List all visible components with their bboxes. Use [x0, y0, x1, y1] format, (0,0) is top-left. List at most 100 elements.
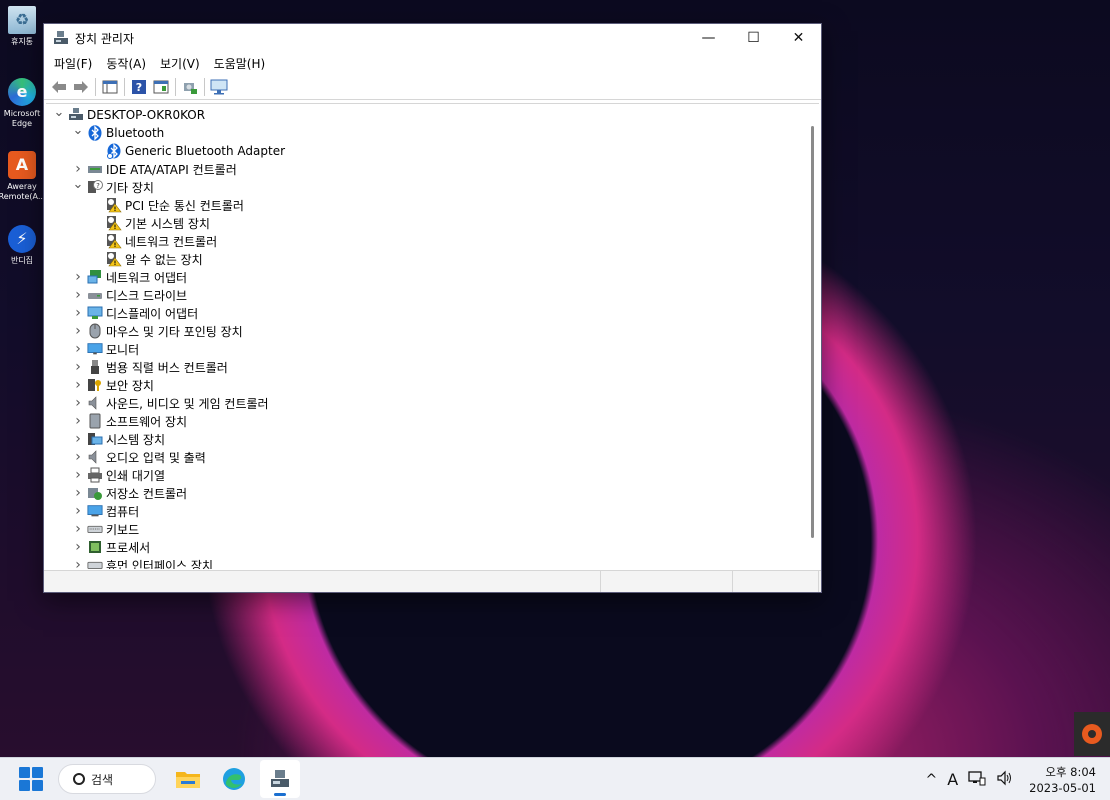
toolbar: ? — [44, 74, 821, 100]
tree-item[interactable]: › 컴퓨터 — [46, 502, 803, 520]
tree-item[interactable]: › 네트워크 어댑터 — [46, 268, 803, 286]
tree-item[interactable]: › 모니터 — [46, 340, 803, 358]
menu-view[interactable]: 보기(V) — [153, 55, 207, 72]
scrollbar-thumb[interactable] — [811, 126, 814, 538]
tree-item-label: 모니터 — [106, 342, 140, 357]
taskbar-search[interactable]: 검색 — [58, 764, 156, 794]
chevron-right-icon[interactable]: › — [71, 538, 85, 556]
tree-item[interactable]: › 보안 장치 — [46, 376, 803, 394]
tree-item[interactable]: › 시스템 장치 — [46, 430, 803, 448]
forward-button[interactable] — [70, 76, 92, 98]
ime-indicator[interactable]: A — [947, 770, 958, 789]
help-button[interactable]: ? — [128, 76, 150, 98]
start-button[interactable] — [19, 767, 43, 791]
usb-icon — [87, 359, 103, 375]
clock-date: 2023-05-01 — [1029, 780, 1096, 795]
device-tree-pane[interactable]: ⌄ DESKTOP-OKR0KOR ⌄ Bluetooth Generic Blueto… — [46, 103, 819, 569]
chevron-down-icon[interactable]: ⌄ — [52, 104, 66, 121]
tree-item-label: 보안 장치 — [106, 378, 154, 393]
bandizip-icon: ⚡ — [8, 225, 36, 253]
chevron-down-icon[interactable]: ⌄ — [71, 121, 85, 139]
taskbar-device-manager[interactable] — [260, 760, 300, 798]
chevron-right-icon[interactable]: › — [71, 394, 85, 412]
desktop-icon-edge[interactable]: e Microsoft Edge — [2, 78, 42, 129]
chevron-right-icon[interactable]: › — [71, 322, 85, 340]
network-icon[interactable] — [968, 770, 986, 790]
tree-item-label: 디스크 드라이브 — [106, 288, 188, 303]
tree-item[interactable]: › 휴먼 인터페이스 장치 — [46, 556, 803, 569]
desktop-icon-recycle-bin[interactable]: ♻ 휴지통 — [2, 6, 42, 47]
scan-hardware-button[interactable] — [179, 76, 201, 98]
tree-item[interactable]: ⌄ Bluetooth — [46, 121, 803, 142]
display-icon — [87, 305, 103, 321]
tree-item[interactable]: › 키보드 — [46, 520, 803, 538]
unknown-icon: ? — [87, 179, 103, 195]
chevron-right-icon[interactable]: › — [71, 556, 85, 569]
chevron-right-icon[interactable]: › — [71, 268, 85, 286]
aweray-icon: A — [8, 151, 36, 179]
tree-item-label: 기본 시스템 장치 — [125, 216, 210, 231]
tree-item[interactable]: › 마우스 및 기타 포인팅 장치 — [46, 322, 803, 340]
menu-action[interactable]: 동작(A) — [99, 55, 153, 72]
tree-item-label: 기타 장치 — [106, 180, 154, 195]
tree-item-label: 디스플레이 어댑터 — [106, 306, 199, 321]
back-button[interactable] — [48, 76, 70, 98]
svg-text:?: ? — [96, 182, 100, 190]
tree-item[interactable]: › 오디오 입력 및 출력 — [46, 448, 803, 466]
chevron-right-icon[interactable]: › — [71, 484, 85, 502]
chevron-right-icon[interactable]: › — [71, 412, 85, 430]
chevron-right-icon[interactable]: › — [71, 304, 85, 322]
tree-item[interactable]: › 인쇄 대기열 — [46, 466, 803, 484]
title-bar[interactable]: 장치 관리자 — ☐ ✕ — [44, 24, 821, 52]
tree-item[interactable]: Generic Bluetooth Adapter — [46, 142, 803, 160]
tree-item[interactable]: › 소프트웨어 장치 — [46, 412, 803, 430]
maximize-button[interactable]: ☐ — [731, 24, 776, 52]
tree-item[interactable]: 알 수 없는 장치 — [46, 250, 803, 268]
chevron-down-icon[interactable]: ⌄ — [71, 175, 85, 193]
tree-item[interactable]: › 디스크 드라이브 — [46, 286, 803, 304]
show-hide-console-tree-button[interactable] — [99, 76, 121, 98]
tree-item[interactable]: › 디스플레이 어댑터 — [46, 304, 803, 322]
tree-item-label: 범용 직렬 버스 컨트롤러 — [106, 360, 228, 375]
tray-overflow-chevron-icon[interactable]: ^ — [925, 772, 937, 788]
minimize-button[interactable]: — — [686, 24, 731, 52]
tree-item[interactable]: › 저장소 컨트롤러 — [46, 484, 803, 502]
chevron-right-icon[interactable]: › — [71, 358, 85, 376]
action-view-button[interactable] — [150, 76, 172, 98]
chevron-right-icon[interactable]: › — [71, 430, 85, 448]
tree-item[interactable]: 네트워크 컨트롤러 — [46, 232, 803, 250]
taskbar-clock[interactable]: 오후 8:04 2023-05-01 — [1029, 764, 1096, 796]
vertical-scrollbar[interactable] — [805, 104, 819, 569]
chevron-right-icon[interactable]: › — [71, 520, 85, 538]
menu-file[interactable]: 파일(F) — [47, 55, 99, 72]
aweray-floating-widget[interactable] — [1074, 712, 1110, 756]
chevron-right-icon[interactable]: › — [71, 286, 85, 304]
tree-item[interactable]: › 사운드, 비디오 및 게임 컨트롤러 — [46, 394, 803, 412]
tree-item[interactable]: 기본 시스템 장치 — [46, 214, 803, 232]
tree-item[interactable]: › 프로세서 — [46, 538, 803, 556]
desktop-icon-aweray[interactable]: A Aweray Remote(A... — [0, 151, 45, 202]
chevron-right-icon[interactable]: › — [71, 340, 85, 358]
devices-by-connection-button[interactable] — [208, 76, 230, 98]
taskbar-edge[interactable] — [214, 760, 254, 798]
windows-logo-icon — [19, 780, 30, 791]
file-explorer-icon — [176, 772, 200, 788]
tree-item[interactable]: › IDE ATA/ATAPI 컨트롤러 — [46, 160, 803, 178]
menu-help[interactable]: 도움말(H) — [207, 55, 273, 72]
chevron-right-icon[interactable]: › — [71, 466, 85, 484]
tree-item-label: 소프트웨어 장치 — [106, 414, 188, 429]
tree-item[interactable]: ⌄? 기타 장치 — [46, 175, 803, 196]
chevron-right-icon[interactable]: › — [71, 376, 85, 394]
close-button[interactable]: ✕ — [776, 24, 821, 52]
tree-item[interactable]: ⌄ DESKTOP-OKR0KOR — [46, 104, 803, 124]
tree-item[interactable]: PCI 단순 통신 컨트롤러 — [46, 196, 803, 214]
search-icon — [73, 773, 85, 785]
desktop-icon-bandizip[interactable]: ⚡ 반디집 — [2, 225, 42, 266]
tree-item-label: PCI 단순 통신 컨트롤러 — [125, 198, 244, 213]
tree-item[interactable]: › 범용 직렬 버스 컨트롤러 — [46, 358, 803, 376]
taskbar-file-explorer[interactable] — [168, 760, 208, 798]
chevron-right-icon[interactable]: › — [71, 448, 85, 466]
chevron-right-icon[interactable]: › — [71, 502, 85, 520]
volume-icon[interactable] — [996, 770, 1014, 790]
system-tray: ^ A 오후 8:04 2023-05-01 — [920, 758, 1110, 800]
